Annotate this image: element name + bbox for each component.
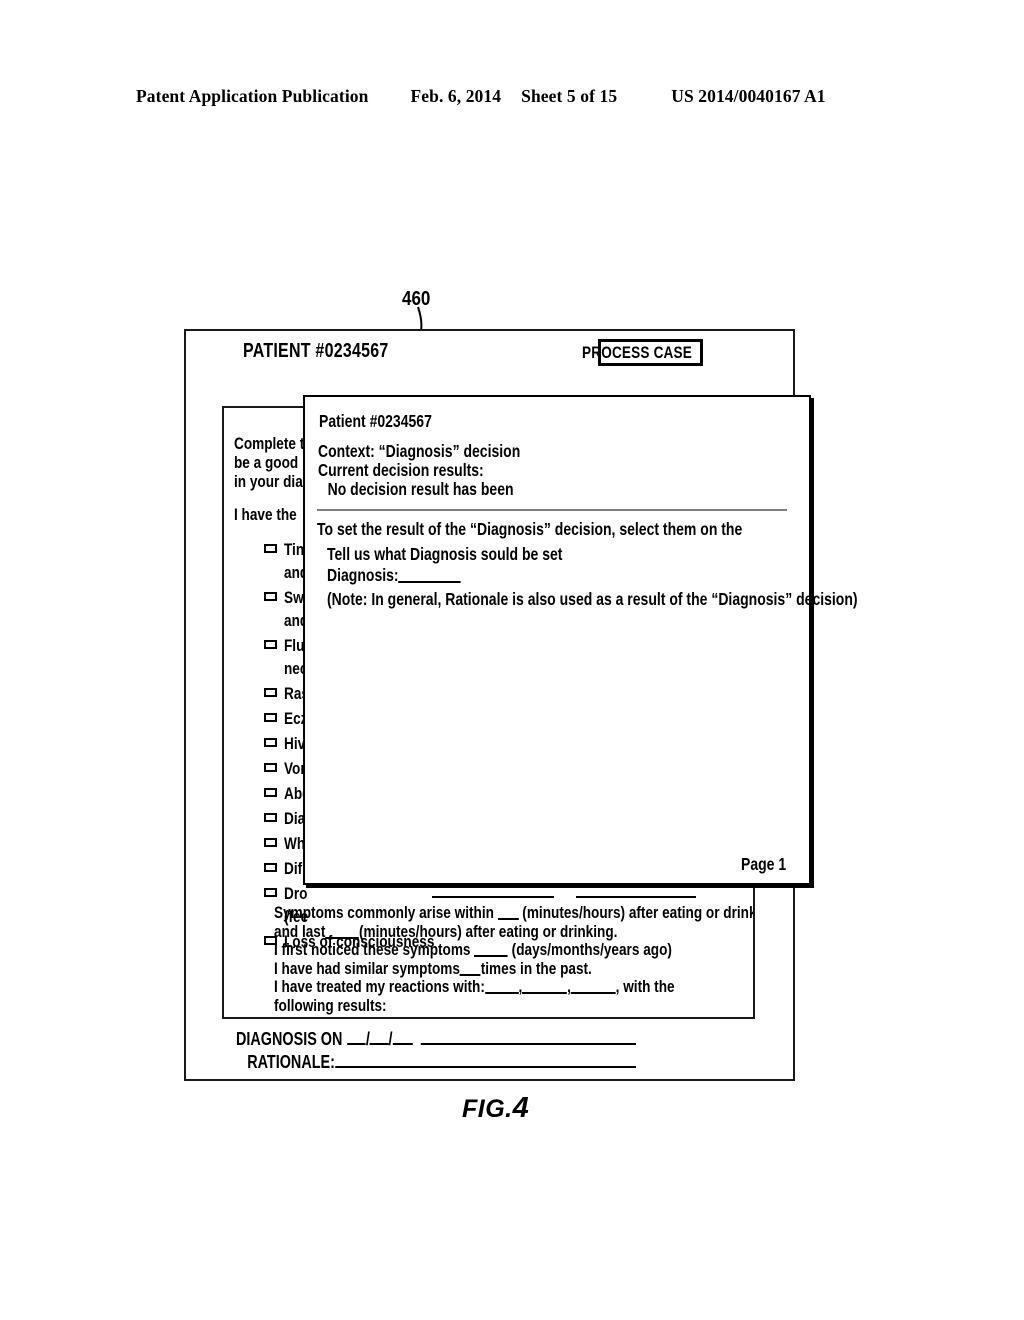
first-noticed-text-b: (days/months/years ago) <box>511 940 672 959</box>
form-have-line: I have the <box>234 505 297 524</box>
symptoms-onset-text-a: Symptoms commonly arise within <box>274 903 494 922</box>
dialog-diagnosis-label: Diagnosis: <box>327 565 399 585</box>
symptom-label-line: Wh <box>284 834 306 853</box>
checkbox-icon[interactable] <box>264 688 277 697</box>
similar-symptoms-line: I have had similar symptoms times in the … <box>274 958 753 979</box>
dialog-current-results-value: No decision result has been <box>327 479 514 499</box>
loss-fill-rule-2[interactable] <box>576 896 696 898</box>
rationale-row: RATIONALE: <box>236 1051 636 1074</box>
treated-text-d: , with the <box>615 977 675 996</box>
treatment-blank-2[interactable] <box>522 992 568 994</box>
treated-text-a: I have treated my reactions with: <box>274 977 485 996</box>
duration-text-b: (minutes/hours) after eating or drinking… <box>359 921 618 941</box>
symptoms-onset-line: Symptoms commonly arise within (minutes/… <box>274 903 755 923</box>
symptoms-onset-text-b: (minutes/hours) after eating or drinking <box>522 903 755 922</box>
dialog-patient-id: Patient #0234567 <box>319 411 432 431</box>
form-history-questions: Symptoms commonly arise within (minutes/… <box>274 903 755 1015</box>
figure-caption-prefix: FIG. <box>462 1095 513 1123</box>
figure-caption: FIG.4 <box>462 1092 529 1125</box>
decision-result-dialog[interactable]: Patient #0234567 Context: “Diagnosis” de… <box>303 395 858 885</box>
symptom-label-line: Dia <box>284 809 306 828</box>
symptoms-duration-line: and last (minutes/hours) after eating or … <box>274 921 753 942</box>
dialog-context-line: Context: “Diagnosis” decision <box>318 441 521 461</box>
checkbox-icon[interactable] <box>264 713 277 722</box>
date-slash-1: / <box>365 1029 370 1049</box>
form-intro-line-1: Complete t <box>234 434 305 453</box>
dialog-context-block: Context: “Diagnosis” decision Current de… <box>318 442 571 499</box>
dialog-instruction: To set the result of the “Diagnosis” dec… <box>317 519 743 539</box>
form-intro-line-2: be a good <box>234 453 299 472</box>
onset-blank[interactable] <box>497 918 519 920</box>
checkbox-icon[interactable] <box>264 592 277 601</box>
diagnosis-rationale-block: DIAGNOSIS ON / / RATIONALE: <box>236 1028 736 1074</box>
dialog-prompt-block: Tell us what Diagnosis sould be set Diag… <box>327 544 621 586</box>
figure-4-drawing: 460 470 462 PATIENT #0234567 PROCESS CAS… <box>0 0 1024 1320</box>
diagnosis-on-label: DIAGNOSIS ON <box>236 1029 343 1049</box>
similar-blank[interactable] <box>459 973 481 976</box>
symptom-label-line: Dro <box>284 884 308 903</box>
similar-text-b: times in the past. <box>480 958 592 978</box>
treatments-line: I have treated my reactions with:,,, wit… <box>274 977 753 997</box>
date-slash-2: / <box>388 1029 393 1049</box>
duration-text-a: and last <box>274 921 326 941</box>
dialog-current-results-label: Current decision results: <box>318 460 484 480</box>
first-noticed-blank[interactable] <box>474 955 508 957</box>
diagnosis-date-year[interactable] <box>392 1042 413 1045</box>
diagnosis-on-row: DIAGNOSIS ON / / <box>236 1028 636 1051</box>
checkbox-icon[interactable] <box>264 788 277 797</box>
dialog-note: (Note: In general, Rationale is also use… <box>327 589 858 609</box>
dialog-prompt-text: Tell us what Diagnosis sould be set <box>327 544 563 564</box>
checkbox-icon[interactable] <box>264 763 277 772</box>
process-case-button[interactable]: PROCESS CASE <box>582 339 703 366</box>
rationale-label: RATIONALE: <box>247 1052 335 1072</box>
checkbox-icon[interactable] <box>264 640 277 649</box>
checkbox-icon[interactable] <box>264 863 277 872</box>
diagnosis-date-month[interactable] <box>347 1043 366 1045</box>
similar-text-a: I have had similar symptoms <box>274 958 460 978</box>
checkbox-icon[interactable] <box>264 544 277 553</box>
diagnosis-date-day[interactable] <box>369 1043 389 1045</box>
symptom-label-line: Hiv <box>284 734 306 753</box>
dialog-diagnosis-row: Diagnosis: <box>327 565 562 586</box>
checkbox-icon[interactable] <box>264 838 277 847</box>
window-patient-id: PATIENT #0234567 <box>243 340 389 362</box>
checkbox-icon[interactable] <box>264 813 277 822</box>
dialog-page-label: Page 1 <box>740 854 786 874</box>
process-case-label: PROCESS CASE <box>581 342 692 362</box>
ref-numeral-460: 460 <box>402 288 431 310</box>
treatment-blank-3[interactable] <box>570 992 616 994</box>
diagnosis-input-field[interactable] <box>398 581 461 583</box>
checkbox-icon[interactable] <box>264 738 277 747</box>
first-noticed-line: I first noticed these symptoms (days/mon… <box>274 940 753 960</box>
dialog-divider <box>317 509 787 511</box>
checkbox-icon[interactable] <box>264 888 277 897</box>
duration-blank[interactable] <box>325 936 359 939</box>
results-line: following results: <box>274 995 387 1015</box>
treatment-blank-1[interactable] <box>484 992 519 994</box>
diagnosis-value-rule[interactable] <box>420 1042 636 1045</box>
form-intro-line-3: in your dia <box>234 472 303 491</box>
figure-caption-number: 4 <box>512 1092 530 1124</box>
rationale-value-rule[interactable] <box>334 1065 636 1068</box>
first-noticed-text-a: I first noticed these symptoms <box>274 940 471 959</box>
loss-fill-rule-1[interactable] <box>432 896 554 898</box>
